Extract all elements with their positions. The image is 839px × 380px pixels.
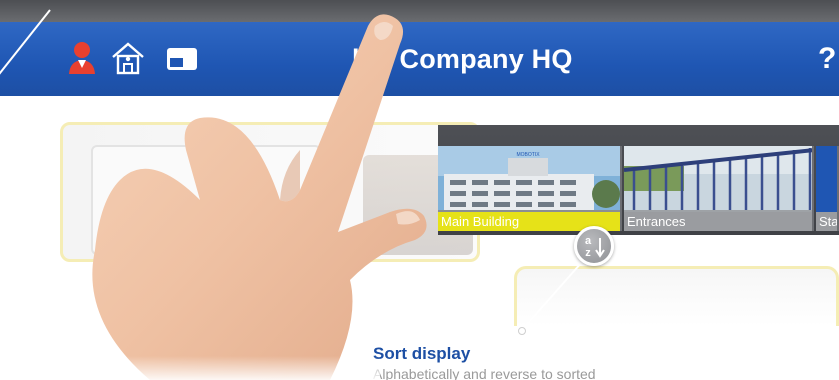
pointing-hand: [80, 14, 427, 380]
